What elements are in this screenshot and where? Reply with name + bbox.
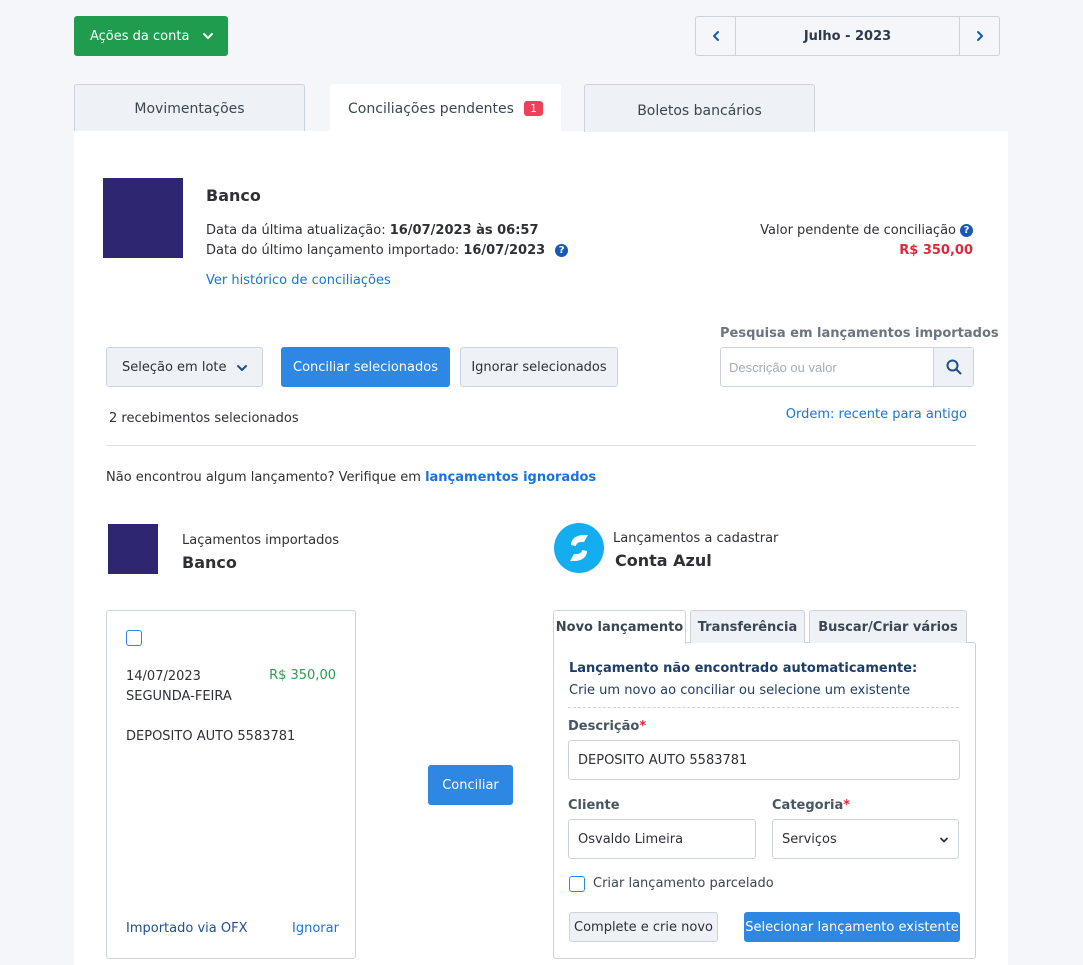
form-divider bbox=[568, 707, 959, 708]
imported-label: Laçamentos importados bbox=[182, 533, 340, 548]
chevron-down-icon bbox=[939, 835, 949, 845]
category-value: Serviços bbox=[782, 831, 837, 847]
notice-title: Lançamento não encontrado automaticament… bbox=[569, 661, 918, 676]
imported-bank-name: Banco bbox=[182, 553, 237, 572]
account-actions-label: Ações da conta bbox=[90, 28, 190, 44]
client-label: Cliente bbox=[568, 798, 620, 813]
client-field[interactable]: Osvaldo Limeira bbox=[568, 819, 756, 859]
ignored-notice: Não encontrou algum lançamento? Verifiqu… bbox=[106, 470, 596, 485]
pending-value-line: Valor pendente de conciliação ? bbox=[760, 223, 973, 238]
chevron-right-icon bbox=[974, 30, 986, 42]
description-label: Descrição* bbox=[568, 719, 646, 734]
tab-label: Movimentações bbox=[134, 100, 245, 117]
category-label-text: Categoria bbox=[772, 798, 844, 813]
to-register-name: Conta Azul bbox=[615, 551, 712, 570]
transaction-card bbox=[106, 610, 356, 959]
bank-name: Banco bbox=[206, 186, 261, 205]
conta-azul-logo-icon bbox=[554, 523, 604, 573]
description-label-text: Descrição bbox=[568, 719, 640, 734]
bank-logo-small bbox=[108, 524, 158, 574]
chevron-down-icon bbox=[202, 30, 214, 42]
month-navigator: Julho - 2023 bbox=[695, 16, 1000, 56]
ignore-transaction-link[interactable]: Ignorar bbox=[292, 921, 339, 936]
select-existing-button[interactable]: Selecionar lançamento existente bbox=[744, 912, 960, 942]
last-update-label: Data da última atualização: bbox=[206, 223, 386, 238]
account-actions-button[interactable]: Ações da conta bbox=[74, 16, 228, 56]
help-icon[interactable]: ? bbox=[555, 244, 569, 257]
pending-value: R$ 350,00 bbox=[899, 243, 973, 258]
tab-buscar-criar-varios[interactable]: Buscar/Criar vários bbox=[809, 610, 967, 643]
pending-count-badge: 1 bbox=[523, 101, 543, 116]
complete-new-button[interactable]: Complete e crie novo bbox=[569, 912, 718, 942]
bank-logo bbox=[103, 178, 183, 258]
transaction-checkbox[interactable] bbox=[126, 630, 142, 646]
search-button[interactable] bbox=[933, 348, 973, 386]
transaction-weekday: SEGUNDA-FEIRA bbox=[126, 689, 232, 704]
last-update-value: 16/07/2023 às 06:57 bbox=[389, 223, 539, 238]
last-import-line: Data do último lançamento importado: 16/… bbox=[206, 243, 569, 258]
previous-month-button[interactable] bbox=[696, 17, 736, 55]
tab-conciliacoes-pendentes[interactable]: Conciliações pendentes 1 bbox=[330, 84, 561, 132]
notice-subtitle: Crie um novo ao conciliar ou selecione u… bbox=[569, 683, 911, 698]
imported-via: Importado via OFX bbox=[126, 921, 248, 936]
chevron-down-icon bbox=[236, 362, 248, 374]
batch-select-label: Seleção em lote bbox=[122, 359, 227, 375]
search-box bbox=[720, 347, 974, 387]
transaction-date: 14/07/2023 bbox=[126, 669, 201, 684]
batch-select-button[interactable]: Seleção em lote bbox=[106, 347, 263, 387]
tab-movimentacoes[interactable]: Movimentações bbox=[74, 84, 305, 132]
pending-label: Valor pendente de conciliação bbox=[760, 223, 956, 238]
required-marker: * bbox=[843, 798, 851, 813]
search-input[interactable] bbox=[721, 348, 933, 386]
transaction-description: DEPOSITO AUTO 5583781 bbox=[126, 729, 296, 744]
next-month-button[interactable] bbox=[959, 17, 999, 55]
search-label: Pesquisa em lançamentos importados bbox=[720, 326, 999, 341]
category-label: Categoria* bbox=[772, 798, 850, 813]
order-toggle-link[interactable]: Ordem: recente para antigo bbox=[786, 407, 967, 422]
category-select[interactable]: Serviços bbox=[772, 819, 959, 859]
ignored-notice-text: Não encontrou algum lançamento? Verifiqu… bbox=[106, 470, 421, 485]
tab-label: Boletos bancários bbox=[637, 102, 762, 119]
tab-transferencia[interactable]: Transferência bbox=[690, 610, 805, 643]
help-icon[interactable]: ? bbox=[960, 224, 973, 237]
tab-boletos-bancarios[interactable]: Boletos bancários bbox=[584, 84, 815, 132]
description-field[interactable]: DEPOSITO AUTO 5583781 bbox=[568, 740, 960, 780]
last-update-line: Data da última atualização: 16/07/2023 à… bbox=[206, 223, 539, 238]
reconcile-button[interactable]: Conciliar bbox=[428, 765, 513, 805]
search-icon bbox=[946, 359, 962, 375]
installment-label: Criar lançamento parcelado bbox=[593, 876, 774, 891]
required-marker: * bbox=[639, 719, 647, 734]
month-label: Julho - 2023 bbox=[803, 28, 892, 44]
selected-count: 2 recebimentos selecionados bbox=[109, 411, 299, 426]
transaction-amount: R$ 350,00 bbox=[269, 668, 336, 683]
ignored-entries-link[interactable]: lançamentos ignorados bbox=[425, 470, 596, 485]
last-import-label: Data do último lançamento importado: bbox=[206, 243, 460, 258]
history-link[interactable]: Ver histórico de conciliações bbox=[206, 273, 391, 288]
ignore-selected-button[interactable]: Ignorar selecionados bbox=[460, 347, 618, 387]
section-divider bbox=[106, 445, 976, 446]
tab-label: Conciliações pendentes bbox=[348, 100, 514, 117]
reconcile-selected-button[interactable]: Conciliar selecionados bbox=[281, 347, 450, 387]
to-register-label: Lançamentos a cadastrar bbox=[613, 531, 779, 546]
last-import-value: 16/07/2023 bbox=[463, 243, 546, 258]
tab-novo-lancamento[interactable]: Novo lançamento bbox=[553, 610, 686, 644]
chevron-left-icon bbox=[710, 30, 722, 42]
installment-checkbox[interactable] bbox=[569, 876, 585, 892]
